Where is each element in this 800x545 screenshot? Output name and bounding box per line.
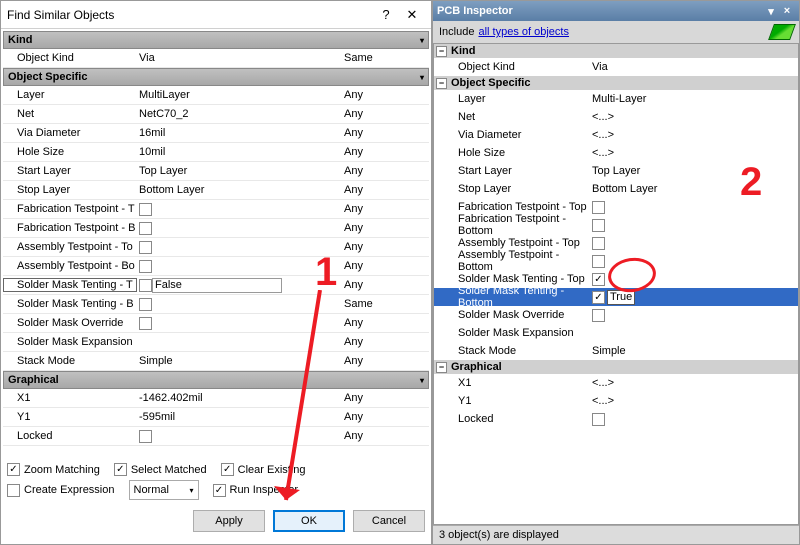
- row-y1[interactable]: Y1-595milAny: [3, 408, 429, 427]
- status-bar: 3 object(s) are displayed: [433, 525, 799, 544]
- checkbox[interactable]: [139, 317, 152, 330]
- row-hole-size[interactable]: Hole Size10milAny: [3, 143, 429, 162]
- row-net[interactable]: NetNetC70_2Any: [3, 105, 429, 124]
- row-fab-bottom[interactable]: Fabrication Testpoint - BAny: [3, 219, 429, 238]
- dialog-titlebar: Find Similar Objects ? ✕: [1, 1, 431, 29]
- value-edit[interactable]: True: [607, 290, 635, 305]
- checkbox[interactable]: [592, 273, 605, 286]
- inspector-title: PCB Inspector: [437, 5, 513, 17]
- row-asm-top[interactable]: Assembly Testpoint - ToAny: [3, 238, 429, 257]
- isection-graphical[interactable]: −Graphical: [434, 360, 798, 374]
- include-bar: Include all types of objects: [433, 21, 799, 43]
- section-object-specific[interactable]: Object Specific▾: [3, 68, 429, 86]
- irow-y1[interactable]: Y1<...>: [434, 392, 798, 410]
- row-stack-mode[interactable]: Stack ModeSimpleAny: [3, 352, 429, 371]
- row-sm-override[interactable]: Solder Mask OverrideAny: [3, 314, 429, 333]
- collapse-icon[interactable]: −: [436, 362, 447, 373]
- section-graphical[interactable]: Graphical▾: [3, 371, 429, 389]
- row-object-kind[interactable]: Object KindViaSame: [3, 49, 429, 68]
- opt-clear-existing[interactable]: Clear Existing: [221, 463, 306, 476]
- irow-stack[interactable]: Stack ModeSimple: [434, 342, 798, 360]
- chevron-down-icon: ▾: [420, 73, 424, 82]
- inspector-titlebar: PCB Inspector ▾ ×: [433, 1, 799, 21]
- checkbox[interactable]: [592, 255, 605, 268]
- irow-asm-bottom[interactable]: Assembly Testpoint - Bottom: [434, 252, 798, 270]
- isection-objspec[interactable]: −Object Specific: [434, 76, 798, 90]
- include-link[interactable]: all types of objects: [478, 26, 569, 38]
- net-link[interactable]: Net: [458, 111, 475, 123]
- irow-stop-layer[interactable]: Stop LayerBottom Layer: [434, 180, 798, 198]
- row-locked[interactable]: LockedAny: [3, 427, 429, 446]
- checkbox[interactable]: [139, 241, 152, 254]
- help-button[interactable]: ?: [373, 4, 399, 26]
- dropdown-icon[interactable]: ▾: [763, 5, 779, 18]
- apply-button[interactable]: Apply: [193, 510, 265, 532]
- irow-x1[interactable]: X1<...>: [434, 374, 798, 392]
- collapse-icon[interactable]: −: [436, 78, 447, 89]
- dialog-footer: Zoom Matching Select Matched Clear Exist…: [1, 457, 431, 544]
- irow-fab-bottom[interactable]: Fabrication Testpoint - Bottom: [434, 216, 798, 234]
- section-kind[interactable]: Kind▾: [3, 31, 429, 49]
- checkbox[interactable]: [139, 260, 152, 273]
- checkbox[interactable]: [592, 201, 605, 214]
- checkbox[interactable]: [592, 413, 605, 426]
- close-icon[interactable]: ×: [779, 5, 795, 17]
- pcb-inspector-panel: PCB Inspector ▾ × Include all types of o…: [433, 1, 799, 544]
- irow-sm-override[interactable]: Solder Mask Override: [434, 306, 798, 324]
- row-smt-bottom[interactable]: Solder Mask Tenting - BSame: [3, 295, 429, 314]
- row-stop-layer[interactable]: Stop LayerBottom LayerAny: [3, 181, 429, 200]
- checkbox[interactable]: [139, 279, 152, 292]
- opt-create-expression[interactable]: Create Expression: [7, 484, 115, 497]
- irow-hole-size[interactable]: Hole Size<...>: [434, 144, 798, 162]
- close-button[interactable]: ✕: [399, 4, 425, 26]
- row-sm-expansion[interactable]: Solder Mask ExpansionAny: [3, 333, 429, 352]
- cancel-button[interactable]: Cancel: [353, 510, 425, 532]
- row-start-layer[interactable]: Start LayerTop LayerAny: [3, 162, 429, 181]
- row-asm-bottom[interactable]: Assembly Testpoint - BoAny: [3, 257, 429, 276]
- irow-start-layer[interactable]: Start LayerTop Layer: [434, 162, 798, 180]
- row-layer[interactable]: LayerMultiLayerAny: [3, 86, 429, 105]
- pcb-icon: [768, 24, 796, 40]
- collapse-icon[interactable]: −: [436, 46, 447, 57]
- checkbox[interactable]: [139, 222, 152, 235]
- row-smt-top[interactable]: Solder Mask Tenting - TFalseAny: [3, 276, 429, 295]
- irow-layer[interactable]: LayerMulti-Layer: [434, 90, 798, 108]
- checkbox[interactable]: [592, 309, 605, 322]
- opt-select-matched[interactable]: Select Matched: [114, 463, 207, 476]
- irow-net[interactable]: Net<...>: [434, 108, 798, 126]
- chevron-down-icon: ▾: [420, 376, 424, 385]
- checkbox[interactable]: [592, 291, 605, 304]
- irow-object-kind[interactable]: Object KindVia: [434, 58, 798, 76]
- isection-kind[interactable]: −Kind: [434, 44, 798, 58]
- opt-run-inspector[interactable]: Run Inspector: [213, 484, 298, 497]
- row-x1[interactable]: X1-1462.402milAny: [3, 389, 429, 408]
- find-similar-dialog: Find Similar Objects ? ✕ Kind▾ Object Ki…: [1, 1, 433, 544]
- checkbox[interactable]: [592, 219, 605, 232]
- checkbox[interactable]: [139, 298, 152, 311]
- irow-sm-expansion[interactable]: Solder Mask Expansion: [434, 324, 798, 342]
- checkbox[interactable]: [139, 203, 152, 216]
- irow-via-dia[interactable]: Via Diameter<...>: [434, 126, 798, 144]
- ok-button[interactable]: OK: [273, 510, 345, 532]
- value-input[interactable]: False: [152, 278, 282, 293]
- chevron-down-icon: ▾: [189, 486, 193, 495]
- checkbox[interactable]: [139, 430, 152, 443]
- irow-smt-bottom[interactable]: Solder Mask Tenting - BottomTrue: [434, 288, 798, 306]
- mask-combo[interactable]: Normal▾: [129, 480, 199, 500]
- dialog-title: Find Similar Objects: [7, 8, 373, 22]
- row-fab-top[interactable]: Fabrication Testpoint - TAny: [3, 200, 429, 219]
- chevron-down-icon: ▾: [420, 36, 424, 45]
- checkbox[interactable]: [592, 237, 605, 250]
- opt-zoom-matching[interactable]: Zoom Matching: [7, 463, 100, 476]
- irow-locked[interactable]: Locked: [434, 410, 798, 428]
- row-via-diameter[interactable]: Via Diameter16milAny: [3, 124, 429, 143]
